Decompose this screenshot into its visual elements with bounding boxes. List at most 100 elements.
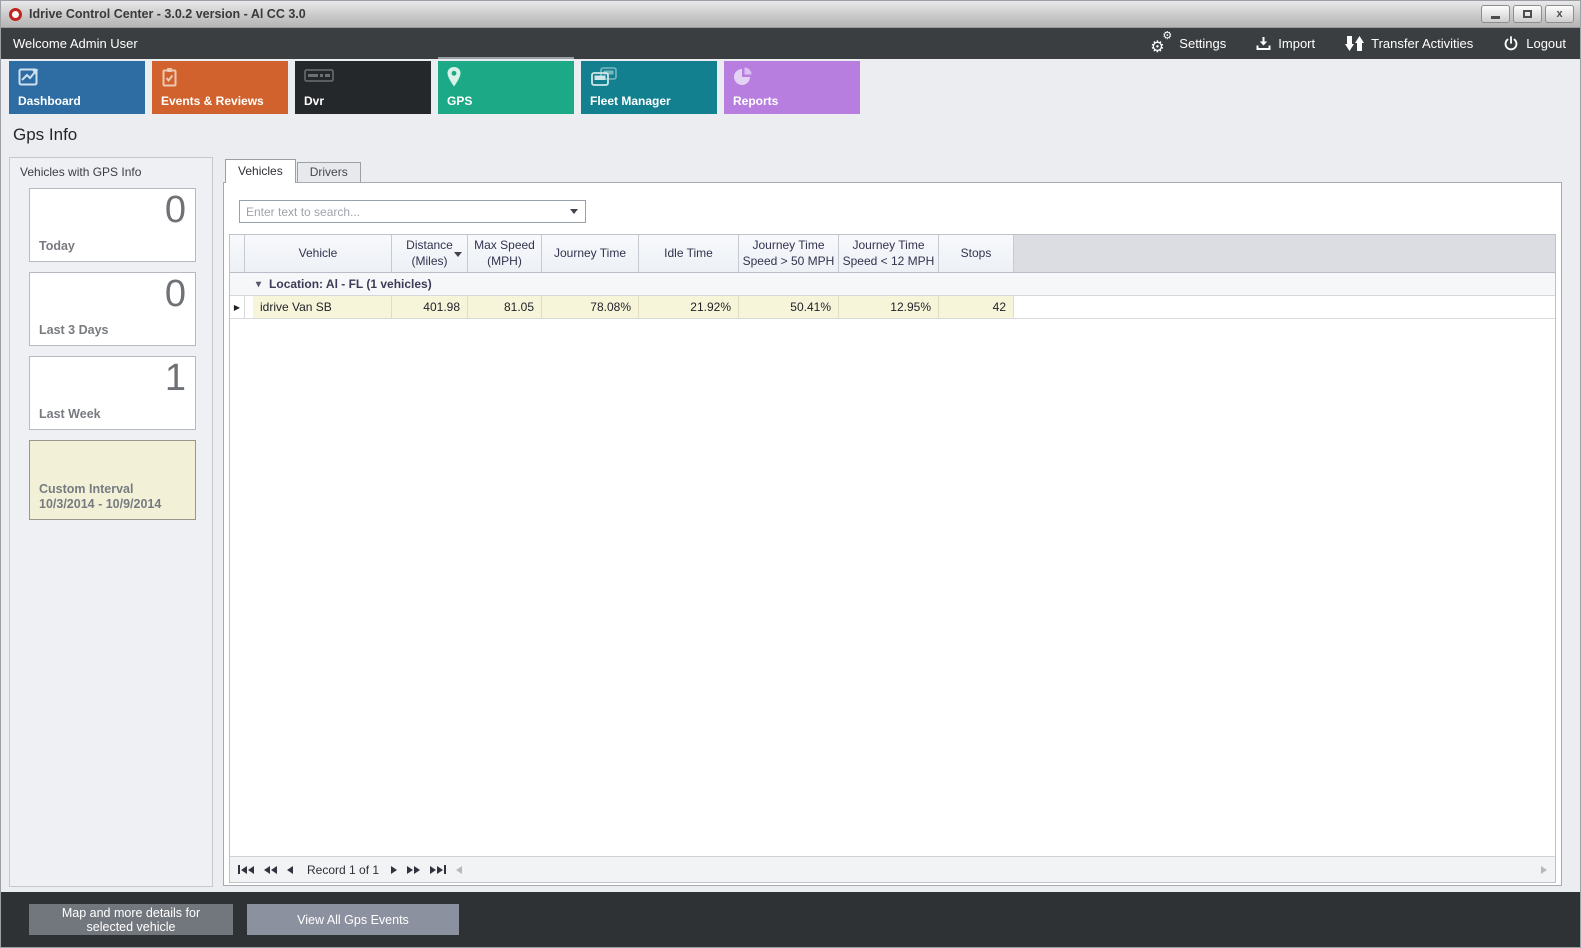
cell-max-speed: 81.05 <box>468 296 542 318</box>
group-indent <box>245 296 253 318</box>
nav-tile-reports[interactable]: Reports <box>724 61 860 114</box>
card-label: Custom Interval 10/3/2014 - 10/9/2014 <box>39 482 161 513</box>
vehicles-grid: Vehicle Distance(Miles) Max Speed(MPH) J… <box>229 234 1556 883</box>
line-chart-icon <box>18 67 40 93</box>
map-details-button[interactable]: Map and more details for selected vehicl… <box>29 904 233 935</box>
pager-last-button[interactable] <box>430 865 446 874</box>
hscroll-right-arrow[interactable] <box>1541 866 1547 874</box>
hscroll-left-arrow[interactable] <box>456 866 462 874</box>
cell-journey-time: 78.08% <box>542 296 639 318</box>
grid-header-filler <box>1014 235 1555 272</box>
card-last-week[interactable]: 1 Last Week <box>29 356 196 430</box>
close-icon: x <box>1556 9 1562 20</box>
transfer-activities-label: Transfer Activities <box>1371 36 1473 51</box>
minimize-button[interactable] <box>1481 5 1510 23</box>
nav-tile-label: Dvr <box>304 94 324 108</box>
minimize-icon <box>1491 16 1500 19</box>
nav-tiles: Dashboard Events & Reviews Dvr GPS Fleet… <box>9 61 860 114</box>
tab-vehicles[interactable]: Vehicles <box>225 159 296 183</box>
search-input[interactable] <box>240 201 563 222</box>
col-header-max-speed[interactable]: Max Speed(MPH) <box>468 235 542 272</box>
maximize-button[interactable] <box>1513 5 1542 23</box>
tab-drivers[interactable]: Drivers <box>297 162 361 183</box>
dvr-icon <box>304 67 334 89</box>
cell-vehicle: idrive Van SB <box>253 296 392 318</box>
trucks-icon <box>590 67 620 92</box>
col-header-distance[interactable]: Distance(Miles) <box>392 235 468 272</box>
col-header-journey-gt50[interactable]: Journey TimeSpeed > 50 MPH <box>739 235 839 272</box>
gps-summary-sidebar: Vehicles with GPS Info 0 Today 0 Last 3 … <box>9 157 213 887</box>
group-row-location[interactable]: ▾ Location: Al - FL (1 vehicles) <box>230 273 1555 296</box>
settings-label: Settings <box>1179 36 1226 51</box>
cell-distance: 401.98 <box>392 296 468 318</box>
pie-chart-icon <box>733 67 753 92</box>
row-focus-icon: ▶ <box>234 303 240 312</box>
settings-button[interactable]: ⚙⚙ Settings <box>1150 35 1226 53</box>
clipboard-check-icon <box>161 67 178 93</box>
col-header-idle-time[interactable]: Idle Time <box>639 235 739 272</box>
row-indicator-cell: ▶ <box>230 296 245 318</box>
card-custom-interval[interactable]: Custom Interval 10/3/2014 - 10/9/2014 <box>29 440 196 520</box>
pager-prev-page-button[interactable] <box>264 866 277 874</box>
col-header-vehicle[interactable]: Vehicle <box>245 235 392 272</box>
import-icon <box>1256 36 1271 51</box>
sort-desc-icon <box>454 252 462 257</box>
search-box <box>239 200 586 223</box>
transfer-icon <box>1345 35 1364 52</box>
pager-next-button[interactable] <box>391 866 397 874</box>
import-button[interactable]: Import <box>1256 36 1315 51</box>
import-label: Import <box>1278 36 1315 51</box>
card-last-3-days[interactable]: 0 Last 3 Days <box>29 272 196 346</box>
nav-tile-label: Reports <box>733 94 778 108</box>
cell-stops: 42 <box>939 296 1014 318</box>
table-row[interactable]: ▶ idrive Van SB 401.98 81.05 78.08% 21.9… <box>230 296 1555 319</box>
app-logo-icon <box>9 8 22 21</box>
pager-prev-button[interactable] <box>287 866 293 874</box>
view-all-gps-events-button[interactable]: View All Gps Events <box>247 904 459 935</box>
logout-button[interactable]: Logout <box>1503 36 1566 52</box>
close-button[interactable]: x <box>1545 5 1574 23</box>
row-indicator-header <box>230 235 245 272</box>
transfer-activities-button[interactable]: Transfer Activities <box>1345 35 1473 52</box>
welcome-text: Welcome Admin User <box>13 36 138 51</box>
nav-tile-fleet-manager[interactable]: Fleet Manager <box>581 61 717 114</box>
vehicles-panel: Vehicle Distance(Miles) Max Speed(MPH) J… <box>223 182 1562 886</box>
card-label: Today <box>39 239 75 255</box>
nav-tile-dashboard[interactable]: Dashboard <box>9 61 145 114</box>
nav-tile-gps[interactable]: GPS <box>438 61 574 114</box>
card-label: Last Week <box>39 407 101 423</box>
search-dropdown-button[interactable] <box>563 201 585 222</box>
nav-tile-label: Events & Reviews <box>161 94 264 108</box>
card-value: 0 <box>165 189 186 233</box>
footer-bar: Map and more details for selected vehicl… <box>1 892 1580 947</box>
window-title: Idrive Control Center - 3.0.2 version - … <box>29 7 306 21</box>
gears-icon: ⚙⚙ <box>1150 35 1172 53</box>
nav-tile-dvr[interactable]: Dvr <box>295 61 431 114</box>
pager-record-label: Record 1 of 1 <box>307 863 379 877</box>
card-today[interactable]: 0 Today <box>29 188 196 262</box>
sidebar-title: Vehicles with GPS Info <box>10 158 212 188</box>
card-label: Last 3 Days <box>39 323 108 339</box>
page-title: Gps Info <box>13 125 77 145</box>
maximize-icon <box>1523 10 1532 18</box>
pager-bar: Record 1 of 1 <box>230 856 1555 882</box>
collapse-arrow-icon[interactable]: ▾ <box>256 279 261 290</box>
card-value: 0 <box>165 273 186 317</box>
map-pin-icon <box>447 67 461 92</box>
col-header-journey-lt12[interactable]: Journey TimeSpeed < 12 MPH <box>839 235 939 272</box>
title-bar: Idrive Control Center - 3.0.2 version - … <box>1 1 1580 28</box>
pager-next-page-button[interactable] <box>407 866 420 874</box>
card-value: 1 <box>165 357 186 401</box>
power-icon <box>1503 36 1519 52</box>
col-header-journey-time[interactable]: Journey Time <box>542 235 639 272</box>
col-header-stops[interactable]: Stops <box>939 235 1014 272</box>
nav-tile-label: GPS <box>447 94 472 108</box>
group-row-label: Location: Al - FL (1 vehicles) <box>269 277 432 291</box>
chevron-down-icon <box>570 209 578 214</box>
nav-tile-label: Dashboard <box>18 94 81 108</box>
main-tabs: Vehicles Drivers <box>225 159 361 183</box>
pager-first-button[interactable] <box>238 865 254 874</box>
nav-tile-events-reviews[interactable]: Events & Reviews <box>152 61 288 114</box>
grid-header: Vehicle Distance(Miles) Max Speed(MPH) J… <box>230 235 1555 273</box>
nav-tile-label: Fleet Manager <box>590 94 671 108</box>
